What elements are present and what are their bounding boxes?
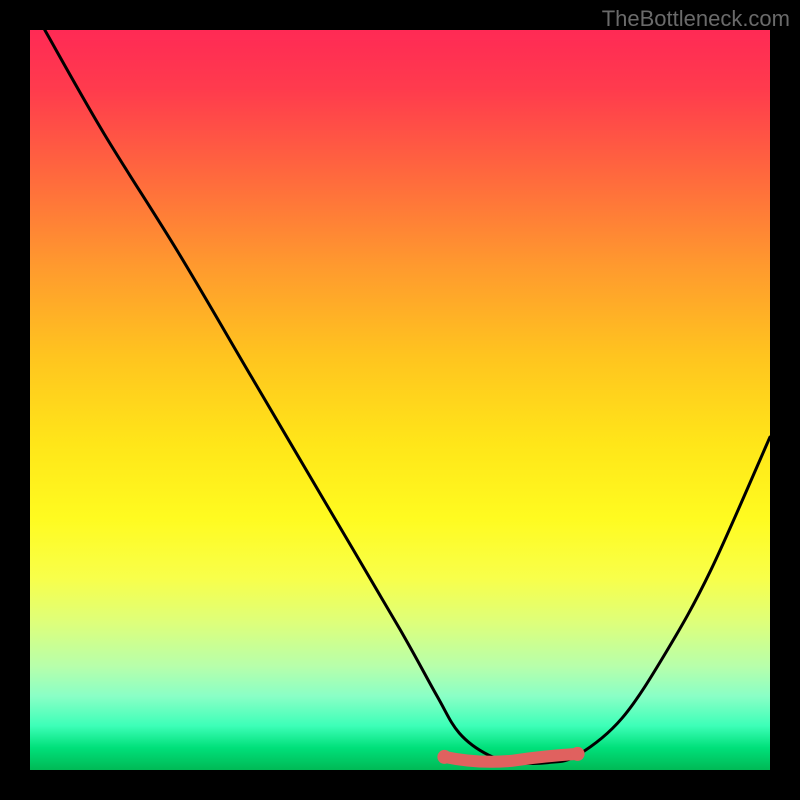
chart-highlight-segment [444,754,577,762]
chart-curve [45,30,770,764]
chart-highlight-dot-right [571,747,585,761]
chart-highlight-dot-left [437,750,451,764]
watermark-text: TheBottleneck.com [602,6,790,32]
chart-svg [30,30,770,770]
chart-area [30,30,770,770]
